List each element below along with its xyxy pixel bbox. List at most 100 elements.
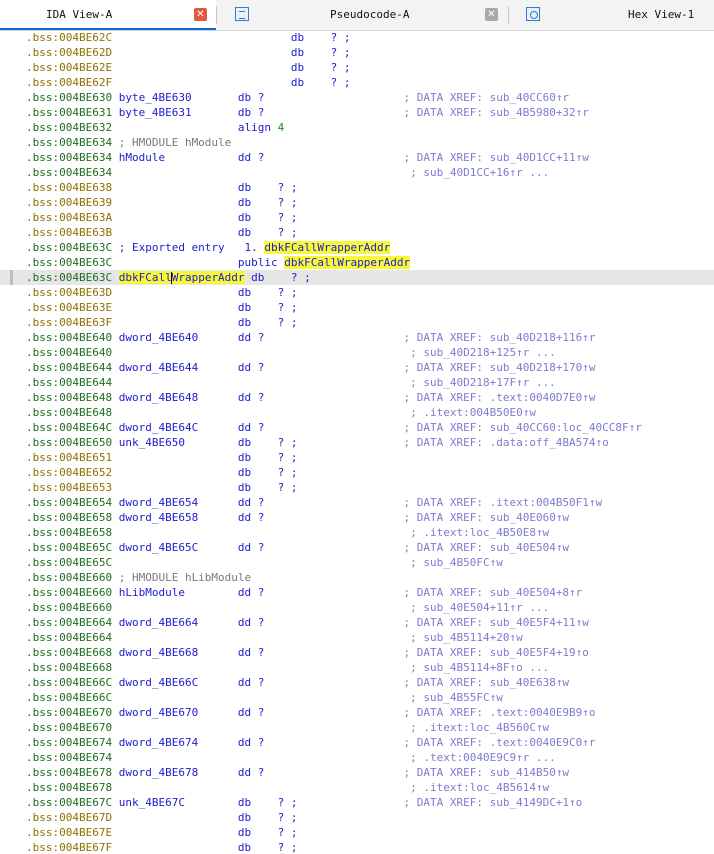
code-line[interactable]: .bss:004BE66C ; sub_4B55FC↑w (0, 690, 714, 705)
line-address: .bss:004BE664 (26, 631, 113, 644)
highlighted-symbol[interactable]: dbkFCallWrapperAddr (118, 271, 245, 284)
code-line[interactable]: .bss:004BE640 ; sub_40D218+125↑r ... (0, 345, 714, 360)
highlighted-symbol[interactable]: dbkFCallWrapperAddr (284, 256, 411, 269)
code-line[interactable]: .bss:004BE658 dword_4BE658 dd ? ; DATA X… (0, 510, 714, 525)
code-line[interactable]: .bss:004BE644 ; sub_40D218+17F↑r ... (0, 375, 714, 390)
code-line[interactable]: .bss:004BE631 byte_4BE631 db ? ; DATA XR… (0, 105, 714, 120)
line-code: db ? ; (112, 76, 351, 89)
code-line[interactable]: .bss:004BE660 hLibModule dd ? ; DATA XRE… (0, 585, 714, 600)
code-line[interactable]: .bss:004BE648 ; .itext:004B50E0↑w (0, 405, 714, 420)
code-line[interactable]: .bss:004BE67F db ? ; (0, 840, 714, 854)
code-line[interactable]: .bss:004BE63B db ? ; (0, 225, 714, 240)
code-line[interactable]: .bss:004BE664 ; sub_4B5114+20↑w (0, 630, 714, 645)
line-address: .bss:004BE644 (26, 361, 113, 374)
line-address: .bss:004BE63E (26, 301, 113, 314)
code-line[interactable]: .bss:004BE63E db ? ; (0, 300, 714, 315)
code-line[interactable]: .bss:004BE64C dword_4BE64C dd ? ; DATA X… (0, 420, 714, 435)
highlighted-symbol[interactable]: dbkFCallWrapperAddr (264, 241, 391, 254)
line-address: .bss:004BE654 (26, 496, 113, 509)
code-line[interactable]: .bss:004BE668 dword_4BE668 dd ? ; DATA X… (0, 645, 714, 660)
line-comment: ; sub_40D218+17F↑r ... (112, 376, 556, 389)
code-line[interactable]: .bss:004BE658 ; .itext:loc_4B50E8↑w (0, 525, 714, 540)
code-line[interactable]: .bss:004BE678 ; .itext:loc_4B5614↑w (0, 780, 714, 795)
code-line[interactable]: .bss:004BE668 ; sub_4B5114+8F↑o ... (0, 660, 714, 675)
line-address: .bss:004BE658 (26, 526, 113, 539)
line-code: hModule dd ? (112, 151, 265, 164)
line-comment: ; DATA XREF: sub_40E060↑w (264, 511, 570, 524)
code-line[interactable]: .bss:004BE66C dword_4BE66C dd ? ; DATA X… (0, 675, 714, 690)
line-address: .bss:004BE63F (26, 316, 113, 329)
line-address: .bss:004BE66C (26, 691, 113, 704)
code-line[interactable]: .bss:004BE63D db ? ; (0, 285, 714, 300)
selection-marker (10, 270, 13, 285)
close-icon[interactable]: ✕ (485, 8, 498, 21)
code-line[interactable]: .bss:004BE644 dword_4BE644 dd ? ; DATA X… (0, 360, 714, 375)
code-line[interactable]: .bss:004BE65C dword_4BE65C dd ? ; DATA X… (0, 540, 714, 555)
tab-pseudocode-a[interactable]: Pseudocode-A ✕ (217, 0, 507, 30)
line-address: .bss:004BE668 (26, 646, 113, 659)
line-address: .bss:004BE660 (26, 571, 113, 584)
code-line[interactable]: .bss:004BE63A db ? ; (0, 210, 714, 225)
line-code: db ? ; (112, 46, 351, 59)
disassembly-listing[interactable]: .bss:004BE62C db ? ; .bss:004BE62D db ? ;… (0, 30, 714, 854)
line-code: db ? ; (112, 451, 298, 464)
code-line[interactable]: .bss:004BE62E db ? ; (0, 60, 714, 75)
close-icon[interactable]: ✕ (194, 8, 207, 21)
code-line[interactable]: .bss:004BE63C ; Exported entry 1. dbkFCa… (0, 240, 714, 255)
line-code: dword_4BE664 dd ? (112, 616, 265, 629)
code-line[interactable]: .bss:004BE67D db ? ; (0, 810, 714, 825)
line-code: dword_4BE654 dd ? (112, 496, 265, 509)
tab-bar: IDA View-A ✕ Pseudocode-A ✕ Hex View-1 (0, 0, 714, 31)
code-line[interactable]: .bss:004BE660 ; HMODULE hLibModule (0, 570, 714, 585)
code-line[interactable]: .bss:004BE62F db ? ; (0, 75, 714, 90)
line-address: .bss:004BE65C (26, 556, 113, 569)
code-line[interactable]: .bss:004BE652 db ? ; (0, 465, 714, 480)
selected-code-line[interactable]: .bss:004BE63C dbkFCallWrapperAddr db ? ; (0, 270, 714, 285)
code-line[interactable]: .bss:004BE63C public dbkFCallWrapperAddr (0, 255, 714, 270)
tab-ida-view-a[interactable]: IDA View-A ✕ (0, 0, 216, 30)
tab-hex-view-1[interactable]: Hex View-1 (509, 0, 714, 30)
code-line[interactable]: .bss:004BE640 dword_4BE640 dd ? ; DATA X… (0, 330, 714, 345)
code-line[interactable]: .bss:004BE634 ; HMODULE hModule (0, 135, 714, 150)
line-code: dword_4BE668 dd ? (112, 646, 265, 659)
code-line[interactable]: .bss:004BE62D db ? ; (0, 45, 714, 60)
code-line[interactable]: .bss:004BE62C db ? ; (0, 30, 714, 45)
code-line[interactable]: .bss:004BE639 db ? ; (0, 195, 714, 210)
line-address: .bss:004BE63C (26, 241, 113, 254)
line-comment: ; sub_4B50FC↑w (112, 556, 503, 569)
code-line[interactable]: .bss:004BE674 ; .text:0040E9C9↑r ... (0, 750, 714, 765)
code-line[interactable]: .bss:004BE650 unk_4BE650 db ? ; ; DATA X… (0, 435, 714, 450)
code-line[interactable]: .bss:004BE678 dword_4BE678 dd ? ; DATA X… (0, 765, 714, 780)
code-line[interactable]: .bss:004BE670 dword_4BE670 dd ? ; DATA X… (0, 705, 714, 720)
code-line[interactable]: .bss:004BE653 db ? ; (0, 480, 714, 495)
code-line[interactable]: .bss:004BE634 ; sub_40D1CC+16↑r ... (0, 165, 714, 180)
code-line[interactable]: .bss:004BE67C unk_4BE67C db ? ; ; DATA X… (0, 795, 714, 810)
line-comment: ; .itext:loc_4B5614↑w (112, 781, 550, 794)
code-line[interactable]: .bss:004BE651 db ? ; (0, 450, 714, 465)
code-line[interactable]: .bss:004BE664 dword_4BE664 dd ? ; DATA X… (0, 615, 714, 630)
line-code: db ? ; (112, 286, 298, 299)
line-code: dword_4BE670 dd ? (112, 706, 265, 719)
code-line[interactable]: .bss:004BE654 dword_4BE654 dd ? ; DATA X… (0, 495, 714, 510)
line-comment: ; DATA XREF: sub_40CC60:loc_40CC8F↑r (264, 421, 642, 434)
line-comment: ; DATA XREF: sub_40D218+116↑r (264, 331, 596, 344)
line-address: .bss:004BE674 (26, 751, 113, 764)
line-comment: ; sub_40E504+11↑r ... (112, 601, 550, 614)
code-line[interactable]: .bss:004BE65C ; sub_4B50FC↑w (0, 555, 714, 570)
code-line[interactable]: .bss:004BE670 ; .itext:loc_4B560C↑w (0, 720, 714, 735)
line-address: .bss:004BE67E (26, 826, 113, 839)
code-line[interactable]: .bss:004BE630 byte_4BE630 db ? ; DATA XR… (0, 90, 714, 105)
code-line[interactable]: .bss:004BE634 hModule dd ? ; DATA XREF: … (0, 150, 714, 165)
code-line[interactable]: .bss:004BE632 align 4 (0, 120, 714, 135)
code-line[interactable]: .bss:004BE648 dword_4BE648 dd ? ; DATA X… (0, 390, 714, 405)
code-line[interactable]: .bss:004BE638 db ? ; (0, 180, 714, 195)
line-address: .bss:004BE63B (26, 226, 113, 239)
line-address: .bss:004BE632 (26, 121, 113, 134)
code-line[interactable]: .bss:004BE674 dword_4BE674 dd ? ; DATA X… (0, 735, 714, 750)
code-line[interactable]: .bss:004BE63F db ? ; (0, 315, 714, 330)
code-line[interactable]: .bss:004BE67E db ? ; (0, 825, 714, 840)
line-immediate: 4 (277, 121, 285, 134)
line-code: db ? ; (112, 226, 298, 239)
line-address: .bss:004BE648 (26, 406, 113, 419)
code-line[interactable]: .bss:004BE660 ; sub_40E504+11↑r ... (0, 600, 714, 615)
